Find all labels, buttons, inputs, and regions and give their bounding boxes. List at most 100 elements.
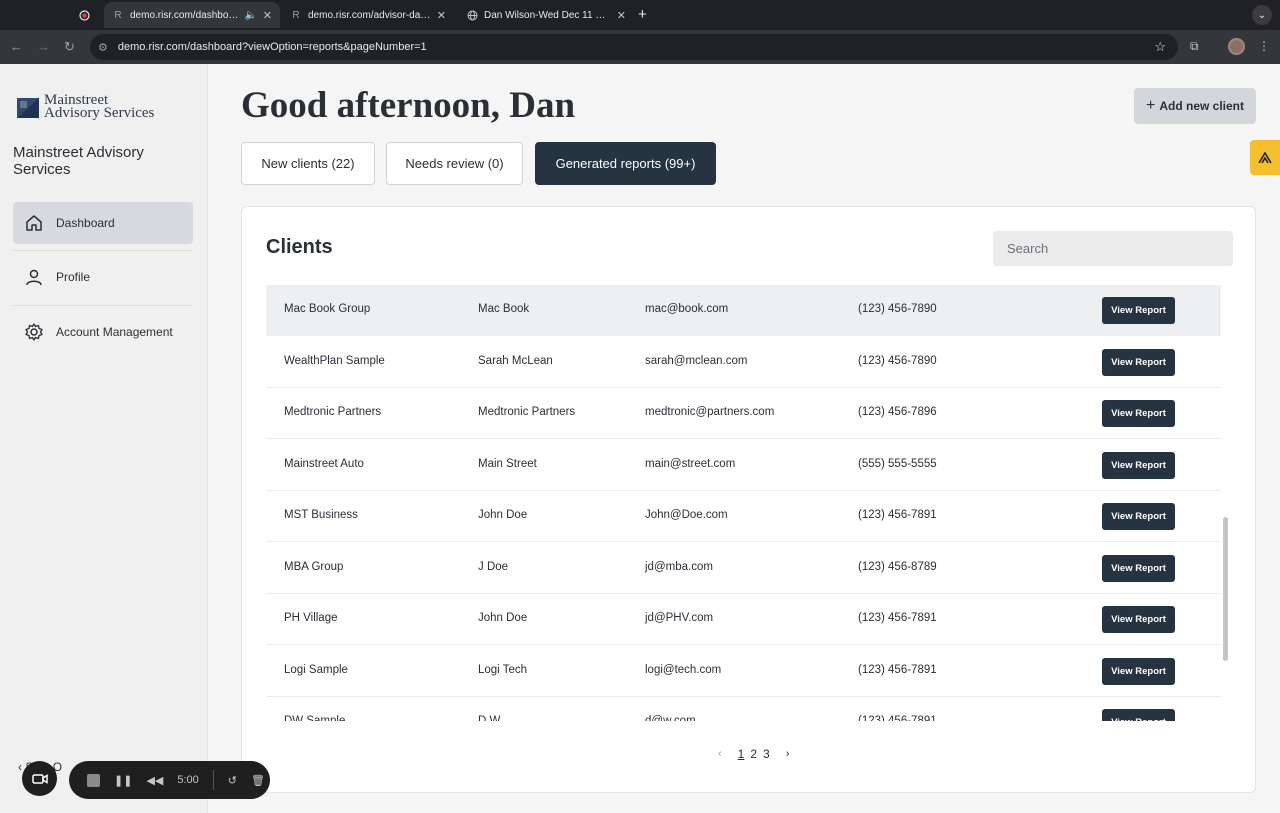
next-page-icon[interactable]: › <box>786 748 790 760</box>
stop-icon[interactable] <box>87 773 100 787</box>
clients-title: Clients <box>266 236 333 258</box>
email-cell: mac@book.com <box>645 303 729 315</box>
page-greeting: Good afternoon, Dan <box>241 85 576 126</box>
company-logo[interactable]: Mainstreet Advisory Services <box>16 93 155 121</box>
sidebar-divider <box>13 250 193 251</box>
table-row[interactable]: MST Business John Doe John@Doe.com (123) 45… <box>266 491 1221 542</box>
sidebar-item-profile[interactable]: Profile <box>13 256 193 298</box>
contact-cell: Logi Tech <box>478 663 528 676</box>
record-icon <box>78 9 90 21</box>
company-cell: Medtronic Partners <box>284 406 382 418</box>
email-cell: d@w.com <box>645 715 696 721</box>
new-tab-icon[interactable]: + <box>638 6 647 23</box>
company-cell: MST Business <box>284 509 358 521</box>
view-report-button[interactable]: View Report <box>1102 554 1175 582</box>
contact-cell: Sarah McLean <box>478 354 553 367</box>
logo-line-2: Advisory Services <box>44 105 155 121</box>
company-cell: WealthPlan Sample <box>284 354 385 367</box>
email-cell: main@street.com <box>645 457 736 470</box>
tab-recording[interactable] <box>70 2 104 28</box>
chevron-down-icon[interactable]: ⌄ <box>1252 5 1272 25</box>
phone-cell: (123) 456-7896 <box>858 406 937 418</box>
back-icon[interactable]: ← <box>10 39 23 54</box>
risr-favicon: R <box>292 9 300 21</box>
view-report-button[interactable]: View Report <box>1102 657 1175 685</box>
close-tab-icon[interactable]: ✕ <box>437 9 446 22</box>
site-settings-icon[interactable]: ⚙ <box>98 41 108 54</box>
extension-logo-icon <box>1258 151 1272 163</box>
table-row[interactable]: Mac Book Group Mac Book mac@book.com (123) … <box>266 285 1221 336</box>
contact-cell: John Doe <box>478 612 528 624</box>
view-report-button[interactable]: View Report <box>1102 348 1175 376</box>
filter-new-clients[interactable]: New clients (22) <box>241 142 375 185</box>
sidebar-item-dashboard[interactable]: Dashboard <box>13 202 193 244</box>
organization-name: Mainstreet Advisory Services <box>13 144 144 178</box>
more-menu-icon[interactable]: ⋮ <box>1258 39 1270 53</box>
table-row[interactable]: Mainstreet Auto Main Street main@street.co… <box>266 440 1221 491</box>
add-new-client-label: Add new client <box>1159 99 1245 113</box>
contact-cell: Main Street <box>478 457 537 470</box>
reload-icon[interactable]: ↻ <box>64 39 75 55</box>
user-icon <box>26 269 42 286</box>
gear-icon <box>25 323 43 341</box>
add-new-client-button[interactable]: + Add new client <box>1134 88 1256 124</box>
trash-icon[interactable]: 🗑 <box>251 774 265 787</box>
forward-icon[interactable]: → <box>37 39 50 54</box>
table-row[interactable]: Logi Sample Logi Tech logi@tech.com (123) 4… <box>266 646 1221 697</box>
logo-text: Mainstreet Advisory Services <box>44 93 155 121</box>
clients-card: Clients Mac Book Group Mac Book mac@book.c… <box>241 206 1256 793</box>
logo-mark-icon <box>16 95 40 119</box>
company-cell: Logi Sample <box>284 663 348 676</box>
restart-icon[interactable]: ↺ <box>228 774 237 787</box>
browser-tab-bar: R demo.risr.com/dashboard 🔈 ✕ R demo.ris… <box>0 0 1280 30</box>
speaker-icon: 🔈 <box>244 9 258 21</box>
page-link-1[interactable]: 1 <box>738 747 745 761</box>
scrollbar-thumb[interactable] <box>1223 517 1228 661</box>
company-cell: PH Village <box>284 612 338 624</box>
tab-title: Dan Wilson-Wed Dec 11 2024 <box>484 9 611 21</box>
view-report-button[interactable]: View Report <box>1102 400 1175 427</box>
sidebar: Mainstreet Advisory Services Mainstreet … <box>0 64 208 813</box>
view-report-button[interactable]: View Report <box>1102 503 1175 530</box>
pause-icon[interactable]: ❚❚ <box>114 774 132 787</box>
table-row[interactable]: WealthPlan Sample Sarah McLean sarah@mclea… <box>266 337 1221 388</box>
extension-side-tab[interactable] <box>1250 140 1280 175</box>
table-row[interactable]: Medtronic Partners Medtronic Partners medt… <box>266 388 1221 439</box>
page-link-3[interactable]: 3 <box>763 747 770 761</box>
view-report-button[interactable]: View Report <box>1102 606 1175 633</box>
search-input[interactable] <box>993 231 1233 266</box>
close-tab-icon[interactable]: ✕ <box>617 9 626 22</box>
tab-advisor-data[interactable]: R demo.risr.com/advisor-data- ✕ <box>282 2 454 28</box>
filter-generated-reports[interactable]: Generated reports (99+) <box>535 142 716 185</box>
video-camera-icon <box>31 773 48 784</box>
table-row[interactable]: MBA Group J Doe jd@mba.com (123) 456-8789 Vi… <box>266 543 1221 594</box>
home-icon <box>26 215 42 231</box>
email-cell: John@Doe.com <box>645 509 728 521</box>
bookmark-star-icon[interactable]: ☆ <box>1154 39 1166 55</box>
page-link-2[interactable]: 2 <box>750 747 757 761</box>
profile-avatar[interactable] <box>1228 38 1245 55</box>
table-row[interactable]: PH Village John Doe jd@PHV.com (123) 456-78… <box>266 594 1221 645</box>
globe-icon <box>466 9 478 21</box>
recorder-camera-button[interactable] <box>22 761 57 796</box>
table-row[interactable]: DW Sample D W d@w.com (123) 456-7891 View Re… <box>266 697 1221 721</box>
company-cell: Mac Book Group <box>284 303 371 315</box>
view-report-button[interactable]: View Report <box>1102 709 1175 721</box>
filter-needs-review[interactable]: Needs review (0) <box>386 142 523 185</box>
address-bar[interactable]: ⚙ demo.risr.com/dashboard?viewOption=rep… <box>90 34 1178 60</box>
tab-dashboard[interactable]: R demo.risr.com/dashboard 🔈 ✕ <box>104 2 280 28</box>
prev-page-icon[interactable]: ‹ <box>718 748 722 760</box>
company-cell: MBA Group <box>284 560 344 573</box>
plus-icon: + <box>1145 97 1156 114</box>
close-tab-icon[interactable]: ✕ <box>263 9 272 22</box>
contact-cell: D W <box>478 715 501 721</box>
sidebar-item-label: Dashboard <box>56 216 115 230</box>
rewind-icon[interactable]: ◀◀ <box>146 774 163 787</box>
phone-cell: (123) 456-7890 <box>858 303 937 315</box>
view-report-button[interactable]: View Report <box>1102 297 1175 324</box>
extensions-icon[interactable]: ⧉ <box>1190 39 1199 54</box>
view-report-button[interactable]: View Report <box>1102 451 1175 479</box>
tab-dan-wilson[interactable]: Dan Wilson-Wed Dec 11 2024 ✕ <box>458 2 634 28</box>
sidebar-item-account-management[interactable]: Account Management <box>13 311 193 353</box>
phone-cell: (123) 456-7890 <box>858 354 937 367</box>
